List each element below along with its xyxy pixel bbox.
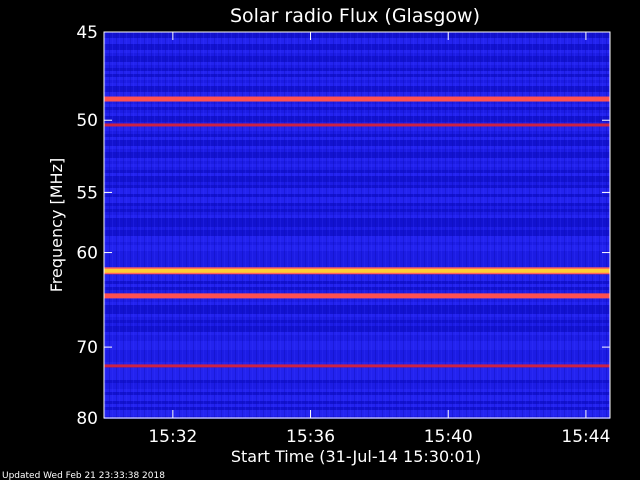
spectrogram-chart: Solar radio Flux (Glasgow) 455055607080 … [2, 5, 611, 480]
y-tick-label: 80 [76, 409, 98, 429]
band-50.3 [104, 123, 610, 127]
y-axis-label: Frequency [MHz] [47, 158, 66, 292]
chart-title: Solar radio Flux (Glasgow) [230, 5, 480, 27]
y-tick-label: 45 [76, 23, 98, 43]
band-48.7 [104, 96, 610, 102]
y-tick-label: 70 [76, 338, 98, 358]
vertical-streaks [104, 32, 610, 418]
band-61.7 [104, 268, 610, 273]
y-tick-label: 50 [76, 111, 98, 131]
plot-area [103, 31, 611, 419]
x-tick-label: 15:44 [561, 427, 610, 447]
band-64.2 [104, 293, 610, 299]
x-tick-label: 15:32 [148, 427, 197, 447]
x-axis-label: Start Time (31-Jul-14 15:30:01) [231, 447, 481, 466]
y-tick-label: 60 [76, 244, 98, 264]
footer-updated: Updated Wed Feb 21 23:33:38 2018 [2, 471, 165, 480]
x-tick-label: 15:36 [286, 427, 335, 447]
y-tick-label: 55 [76, 183, 98, 203]
band-72.4 [104, 364, 610, 368]
x-tick-label: 15:40 [424, 427, 473, 447]
